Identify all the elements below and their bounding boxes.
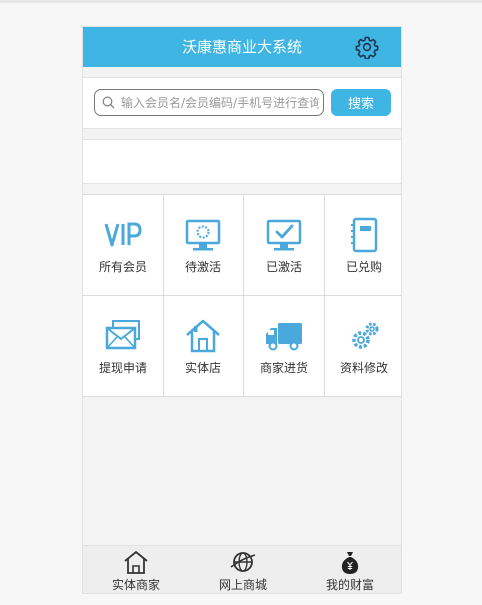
menu-item-label: 资料修改	[339, 361, 388, 375]
tab-my-wealth[interactable]: 我的财富	[297, 546, 401, 593]
monitor-check-icon	[266, 219, 302, 251]
blank-panel	[83, 139, 401, 184]
search-button[interactable]: 搜索	[331, 89, 391, 116]
vip-icon	[104, 222, 142, 247]
search-box	[94, 89, 324, 116]
menu-item-label: 已激活	[265, 260, 302, 274]
menu-item-physical-store[interactable]: 实体店	[163, 296, 244, 397]
money-bag-icon	[341, 552, 359, 574]
menu-item-redeemed[interactable]: 已兑购	[325, 195, 401, 296]
menu-item-merchant-purchase[interactable]: 商家进货	[244, 296, 325, 397]
menu-item-pending-activation[interactable]: 待激活	[163, 195, 244, 296]
search-input[interactable]	[121, 93, 319, 112]
menu-item-edit-profile[interactable]: 资料修改	[325, 296, 401, 397]
menu-item-label: 提现申请	[98, 361, 147, 375]
app-screen: 沃康惠商业大系统 搜索 所有会员	[82, 26, 402, 594]
store-house-icon	[186, 319, 220, 353]
menu-item-label: 所有会员	[98, 260, 147, 274]
menu-item-all-members[interactable]: 所有会员	[83, 195, 164, 296]
menu-item-withdrawal-request[interactable]: 提现申请	[83, 296, 164, 397]
tab-label: 实体商家	[111, 578, 160, 592]
app-header: 沃康惠商业大系统	[83, 27, 401, 67]
globe-icon	[230, 552, 256, 572]
menu-item-label: 待激活	[184, 260, 221, 274]
page-title: 沃康惠商业大系统	[181, 38, 302, 56]
menu-grid: 所有会员 待激活 已激活 已兑购 提现申请 实体店 商家进货 资料修改	[83, 194, 401, 397]
menu-item-label: 实体店	[184, 361, 221, 375]
search-icon	[102, 96, 115, 109]
tab-label: 我的财富	[325, 578, 374, 592]
gears-icon	[352, 322, 379, 349]
gear-icon[interactable]	[355, 35, 379, 59]
browser-top-strip	[0, 0, 482, 3]
envelope-icon	[105, 320, 140, 350]
menu-item-label: 商家进货	[259, 361, 308, 375]
tab-online-mall[interactable]: 网上商城	[190, 546, 296, 593]
house-icon	[124, 551, 148, 574]
notebook-icon	[351, 217, 378, 253]
menu-item-activated[interactable]: 已激活	[244, 195, 325, 296]
tab-physical-merchants[interactable]: 实体商家	[83, 546, 189, 593]
menu-item-label: 已兑购	[345, 260, 382, 274]
bottom-tab-bar: 实体商家 网上商城 我的财富	[83, 545, 401, 593]
tab-label: 网上商城	[218, 578, 267, 592]
monitor-loading-icon	[185, 219, 221, 251]
search-bar: 搜索	[83, 77, 401, 129]
truck-icon	[266, 323, 302, 351]
